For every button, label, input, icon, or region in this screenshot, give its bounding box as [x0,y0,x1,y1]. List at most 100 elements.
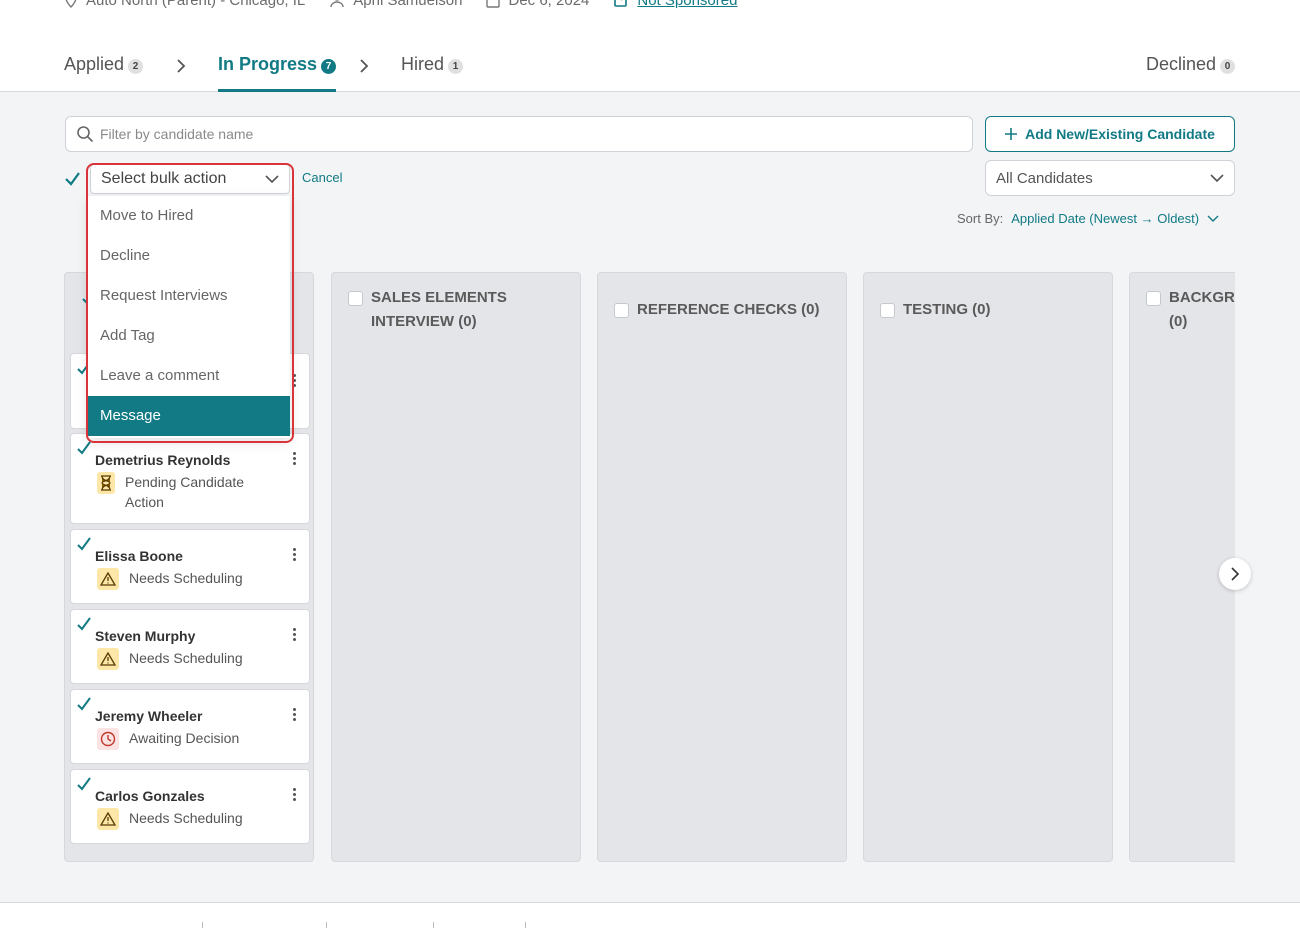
status-text: Needs Scheduling [129,810,243,826]
column-title: TESTING (0) [903,301,991,318]
candidate-status: Needs Scheduling [97,648,243,670]
select-all-checkbox[interactable] [64,170,81,187]
person-icon [330,0,344,8]
card-menu-icon[interactable] [293,452,297,465]
tab-count-badge: 0 [1220,59,1236,74]
sort-control: Sort By: Applied Date (Newest → Oldest) [957,211,1219,226]
sort-dropdown[interactable]: Applied Date (Newest → Oldest) [1011,211,1219,226]
tab-label: Hired [401,54,445,74]
candidate-status: Needs Scheduling [97,568,243,590]
candidate-name[interactable]: Demetrius Reynolds [95,452,230,468]
calendar-icon [486,0,501,8]
bulk-action-placeholder: Select bulk action [101,170,227,187]
card-checkbox[interactable] [76,696,92,712]
menu-item-message[interactable]: Message [88,396,290,436]
stage-column: BACKGR (0) [1129,272,1235,862]
candidate-card[interactable]: Carlos Gonzales Needs Scheduling [70,769,310,844]
footer-divider [0,902,1300,903]
tab-hired[interactable]: Hired 1 [401,54,464,92]
card-menu-icon[interactable] [293,548,297,561]
tab-in-progress[interactable]: In Progress 7 [218,54,337,92]
sponsorship-meta[interactable]: Not Sponsored [613,0,737,9]
stage-column: SALES ELEMENTS INTERVIEW (0) [331,272,581,862]
column-header: SALES ELEMENTS INTERVIEW (0) [348,286,521,334]
card-menu-icon[interactable] [293,374,297,387]
warning-icon [97,808,119,830]
warning-icon [97,648,119,670]
sponsorship-link[interactable]: Not Sponsored [637,0,737,9]
candidate-card[interactable]: Elissa Boone Needs Scheduling [70,529,310,604]
bulk-action-menu: Move to Hired Decline Request Interviews… [88,196,290,438]
menu-item-leave-comment[interactable]: Leave a comment [88,356,290,396]
recruiter-text: April Samuelson [353,0,463,9]
job-meta-bar: Auto North (Parent) - Chicago, IL April … [64,0,737,12]
tab-declined[interactable]: Declined 0 [1146,54,1236,92]
card-menu-icon[interactable] [293,708,297,721]
date-meta: Dec 6, 2024 [486,0,589,9]
add-candidate-label: Add New/Existing Candidate [1025,126,1215,142]
tab-label: Applied [64,54,125,74]
chevron-down-icon [1210,174,1224,183]
column-header: TESTING (0) [880,298,991,322]
candidate-name[interactable]: Jeremy Wheeler [95,708,202,724]
menu-item-request-interviews[interactable]: Request Interviews [88,276,290,316]
candidate-filter-value: All Candidates [996,169,1093,187]
column-title: BACKGR (0) [1169,289,1235,330]
card-checkbox[interactable] [76,536,92,552]
column-checkbox[interactable] [1146,291,1161,306]
candidate-status: Needs Scheduling [97,808,243,830]
pipeline-tabs: Applied 2 In Progress 7 Hired 1 Declined… [0,40,1300,92]
card-menu-icon[interactable] [293,628,297,641]
footer-divider-tick [525,922,526,928]
bulk-action-select[interactable]: Select bulk action [90,164,290,194]
chevron-right-icon [1231,567,1240,581]
footer-divider-tick [326,922,327,928]
clock-icon [97,728,119,750]
search-icon [77,126,94,143]
tab-count-badge: 7 [321,59,337,74]
menu-item-move-to-hired[interactable]: Move to Hired [88,196,290,236]
stage-column: REFERENCE CHECKS (0) [597,272,847,862]
tab-count-badge: 1 [448,59,464,74]
card-checkbox[interactable] [76,616,92,632]
status-text: Needs Scheduling [129,650,243,666]
tab-count-badge: 2 [128,59,144,74]
location-pin-icon [65,0,77,8]
card-checkbox[interactable] [76,776,92,792]
column-title: REFERENCE CHECKS (0) [637,301,820,318]
candidate-name[interactable]: Carlos Gonzales [95,788,205,804]
footer-divider-tick [433,922,434,928]
chevron-down-icon [1207,215,1219,222]
scroll-right-button[interactable] [1219,558,1251,590]
chevron-right-icon [360,59,369,73]
location-meta: Auto North (Parent) - Chicago, IL [64,0,305,9]
candidate-card[interactable]: Jeremy Wheeler Awaiting Decision [70,689,310,764]
column-checkbox[interactable] [880,303,895,318]
location-text: Auto North (Parent) - Chicago, IL [86,0,306,9]
menu-item-decline[interactable]: Decline [88,236,290,276]
tab-label: In Progress [218,54,318,74]
card-menu-icon[interactable] [293,788,297,801]
footer-divider-tick [202,922,203,928]
status-text: Needs Scheduling [129,570,243,586]
candidate-card[interactable]: Steven Murphy Needs Scheduling [70,609,310,684]
search-input[interactable] [100,126,900,142]
column-checkbox[interactable] [614,303,629,318]
cancel-bulk-link[interactable]: Cancel [302,170,342,185]
candidate-name[interactable]: Steven Murphy [95,628,195,644]
candidate-name[interactable]: Elissa Boone [95,548,183,564]
column-checkbox[interactable] [348,291,363,306]
status-text: Awaiting Decision [129,730,240,746]
candidate-filter-select[interactable]: All Candidates [985,160,1235,196]
candidate-search [65,116,973,152]
sort-label: Sort By: [957,211,1004,226]
column-header: REFERENCE CHECKS (0) [614,298,820,322]
card-checkbox[interactable] [76,440,92,456]
status-text: Pending Candidate Action [125,474,245,510]
menu-item-add-tag[interactable]: Add Tag [88,316,290,356]
column-title: SALES ELEMENTS INTERVIEW (0) [371,289,507,330]
candidate-card[interactable]: Demetrius Reynolds Pending Candidate Act… [70,433,310,524]
add-candidate-button[interactable]: Add New/Existing Candidate [985,116,1235,152]
tab-applied[interactable]: Applied 2 [64,54,144,92]
date-text: Dec 6, 2024 [508,0,590,9]
